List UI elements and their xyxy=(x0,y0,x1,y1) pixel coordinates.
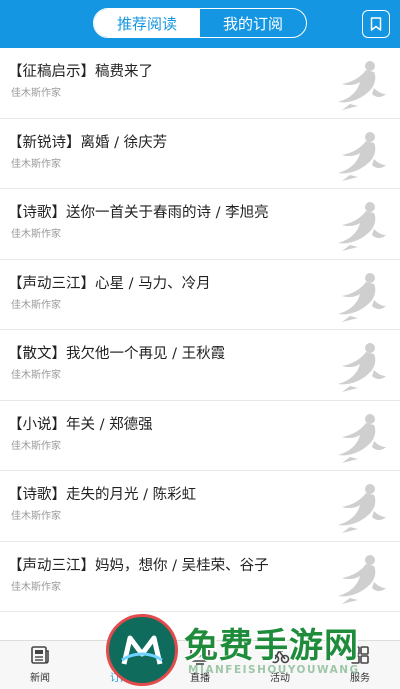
crane-logo-icon xyxy=(338,413,386,463)
list-item[interactable]: 【诗歌】走失的月光 / 陈彩虹 佳木斯作家 xyxy=(0,471,400,542)
crane-logo-icon xyxy=(338,343,386,392)
article-author: 佳木斯作家 xyxy=(11,88,61,99)
bookmark-icon xyxy=(370,17,382,31)
article-author: 佳木斯作家 xyxy=(11,440,61,452)
article-title: 【声动三江】妈妈，想你 / 吴桂荣、谷子 xyxy=(8,557,269,574)
crane-logo-icon xyxy=(338,131,386,181)
crane-logo-icon xyxy=(338,554,386,604)
article-title: 【诗歌】送你一首关于春雨的诗 / 李旭亮 xyxy=(8,205,269,221)
tab-switcher: 推荐阅读 我的订阅 xyxy=(93,8,307,38)
article-title: 【征稿启示】稿费来了 xyxy=(8,64,153,80)
list-item[interactable]: 【散文】我欠他一个再见 / 王秋霞 佳木斯作家 xyxy=(0,330,400,401)
list-item[interactable]: 【声动三江】心星 / 马力、冷月 佳木斯作家 xyxy=(0,260,400,330)
grid-icon xyxy=(351,646,369,664)
bookmark-button[interactable] xyxy=(362,10,390,38)
activity-icon xyxy=(270,649,290,664)
tab-recommended[interactable]: 推荐阅读 xyxy=(94,9,200,37)
article-author: 佳木斯作家 xyxy=(11,229,61,240)
tab-live[interactable]: 直播 xyxy=(160,641,240,689)
crane-logo-icon xyxy=(338,61,386,110)
article-list: 【征稿启示】稿费来了 佳木斯作家 【新锐诗】离婚 / 徐庆芳 佳木斯作家 【诗歌… xyxy=(0,48,400,612)
article-title: 【小说】年关 / 郑德强 xyxy=(8,416,153,433)
list-item[interactable]: 【诗歌】送你一首关于春雨的诗 / 李旭亮 佳木斯作家 xyxy=(0,189,400,260)
bottom-tab-bar: 新闻 订阅 直播 活动 服务 xyxy=(0,640,400,689)
crane-logo-icon xyxy=(338,272,386,322)
article-author: 佳木斯作家 xyxy=(11,581,61,593)
subscribe-icon xyxy=(112,646,128,664)
top-bar: 推荐阅读 我的订阅 xyxy=(0,0,400,48)
article-title: 【诗歌】走失的月光 / 陈彩虹 xyxy=(8,487,197,503)
article-title: 【声动三江】心星 / 马力、冷月 xyxy=(8,275,211,292)
tab-activity[interactable]: 活动 xyxy=(240,641,320,689)
tv-icon xyxy=(190,648,210,665)
article-author: 佳木斯作家 xyxy=(11,299,61,311)
newspaper-icon xyxy=(31,646,49,664)
list-item[interactable]: 【新锐诗】离婚 / 徐庆芳 佳木斯作家 xyxy=(0,119,400,189)
tab-my-subscriptions[interactable]: 我的订阅 xyxy=(200,9,306,37)
tab-subscribe[interactable]: 订阅 xyxy=(80,641,160,689)
list-item[interactable]: 【征稿启示】稿费来了 佳木斯作家 xyxy=(0,48,400,119)
list-item[interactable]: 【小说】年关 / 郑德强 佳木斯作家 xyxy=(0,401,400,471)
crane-logo-icon xyxy=(338,202,386,251)
article-author: 佳木斯作家 xyxy=(11,511,61,522)
tab-label: 服务 xyxy=(350,673,370,684)
list-item[interactable]: 【声动三江】妈妈，想你 / 吴桂荣、谷子 佳木斯作家 xyxy=(0,542,400,612)
tab-news[interactable]: 新闻 xyxy=(0,641,80,689)
article-title: 【新锐诗】离婚 / 徐庆芳 xyxy=(8,134,168,151)
article-title: 【散文】我欠他一个再见 / 王秋霞 xyxy=(8,346,226,362)
tab-label: 直播 xyxy=(190,673,210,684)
tab-service[interactable]: 服务 xyxy=(320,641,400,689)
tab-label: 订阅 xyxy=(110,673,130,684)
tab-label: 新闻 xyxy=(30,673,50,684)
crane-logo-icon xyxy=(338,484,386,533)
article-author: 佳木斯作家 xyxy=(11,158,61,170)
article-author: 佳木斯作家 xyxy=(11,370,61,381)
tab-label: 活动 xyxy=(270,673,290,684)
